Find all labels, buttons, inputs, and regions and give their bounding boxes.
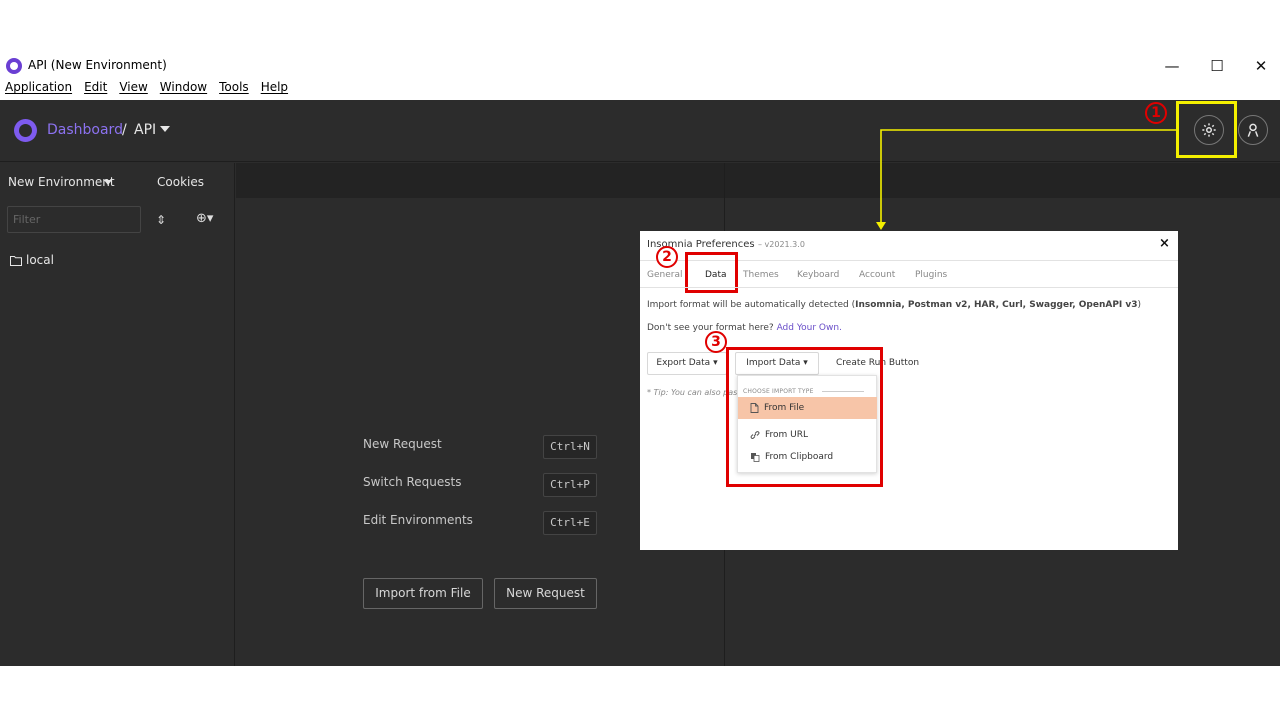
sidebar: New Environment Cookies ⇕ ⊕▾ local — [0, 163, 235, 666]
tab-plugins[interactable]: Plugins — [915, 270, 947, 280]
insomnia-logo-icon — [6, 58, 22, 74]
app-header: Dashboard / API — [0, 100, 1280, 162]
chevron-down-icon[interactable] — [104, 180, 112, 185]
import-from-file-button[interactable]: Import from File — [363, 578, 483, 609]
gear-icon — [1202, 123, 1216, 137]
add-your-own-link[interactable]: Add Your Own. — [777, 323, 842, 333]
menu-view[interactable]: View — [119, 80, 147, 100]
tab-general[interactable]: General — [647, 270, 682, 280]
screenshot: API (New Environment) — ☐ ✕ Application … — [0, 0, 1280, 720]
format-question: Don't see your format here? Add Your Own… — [647, 323, 842, 333]
sort-icon[interactable]: ⇕ — [156, 213, 166, 227]
divider — [640, 287, 1178, 288]
tab-data[interactable]: Data — [705, 270, 727, 280]
breadcrumb-dashboard[interactable]: Dashboard — [47, 122, 123, 138]
shortcut-key: Ctrl+N — [543, 435, 597, 459]
filter-input[interactable] — [7, 206, 141, 233]
tab-keyboard[interactable]: Keyboard — [797, 270, 839, 280]
menu-application[interactable]: Application — [5, 80, 72, 100]
maximize-button[interactable]: ☐ — [1202, 54, 1232, 78]
import-highlight-box — [726, 347, 883, 487]
menu-tools[interactable]: Tools — [219, 80, 249, 100]
minimize-button[interactable]: — — [1157, 54, 1187, 78]
shortcut-label: Switch Requests — [363, 475, 462, 489]
new-request-button[interactable]: New Request — [494, 578, 597, 609]
shortcut-key: Ctrl+E — [543, 511, 597, 535]
breadcrumb-api[interactable]: API — [134, 122, 156, 138]
title-bar: API (New Environment) — ☐ ✕ — [0, 54, 1280, 78]
close-icon[interactable]: × — [1159, 236, 1170, 251]
environment-dropdown[interactable]: New Environment — [8, 175, 115, 189]
chevron-down-icon[interactable] — [160, 126, 170, 132]
brand-logo-icon — [14, 119, 37, 142]
modal-version: – v2021.3.0 — [758, 240, 805, 249]
folder-local[interactable]: local — [10, 253, 54, 267]
folder-icon — [10, 255, 22, 266]
preferences-modal: Insomnia Preferences – v2021.3.0 × Gener… — [640, 231, 1178, 550]
add-dropdown-icon[interactable]: ⊕▾ — [196, 211, 213, 226]
menu-window[interactable]: Window — [160, 80, 207, 100]
tab-account[interactable]: Account — [859, 270, 895, 280]
menu-help[interactable]: Help — [261, 80, 288, 100]
request-pane-header — [236, 163, 1280, 198]
cookies-button[interactable]: Cookies — [157, 175, 204, 189]
close-window-button[interactable]: ✕ — [1246, 54, 1276, 78]
user-icon — [1247, 123, 1259, 137]
export-data-button[interactable]: Export Data ▾ — [647, 352, 727, 375]
shortcut-label: New Request — [363, 437, 442, 451]
import-format-description: Import format will be automatically dete… — [647, 300, 1142, 310]
folder-label: local — [26, 253, 54, 267]
step-badge-3: 3 — [705, 331, 727, 353]
shortcut-label: Edit Environments — [363, 513, 473, 527]
window-title: API (New Environment) — [28, 58, 167, 72]
account-button[interactable] — [1238, 115, 1268, 145]
menu-edit[interactable]: Edit — [84, 80, 107, 100]
step-badge-2: 2 — [656, 246, 678, 268]
step-badge-1: 1 — [1145, 102, 1167, 124]
breadcrumb-separator: / — [122, 122, 127, 138]
shortcut-key: Ctrl+P — [543, 473, 597, 497]
menu-bar: Application Edit View Window Tools Help — [0, 80, 288, 100]
tab-themes[interactable]: Themes — [743, 270, 779, 280]
settings-button[interactable] — [1194, 115, 1224, 145]
settings-highlight-box — [1176, 101, 1237, 158]
